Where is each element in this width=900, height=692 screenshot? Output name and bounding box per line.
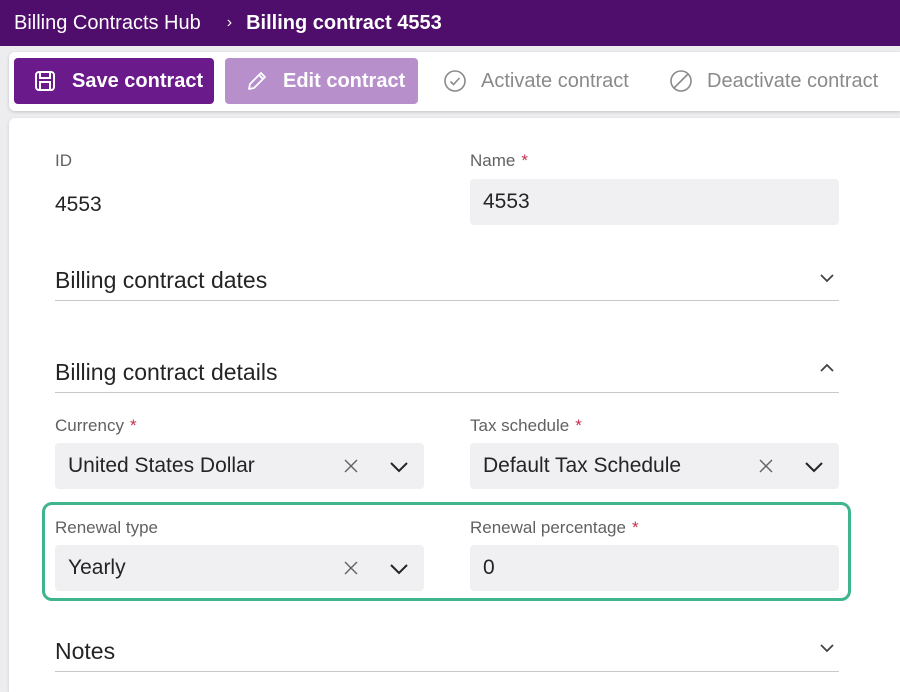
id-label: ID: [55, 151, 72, 170]
save-icon: [34, 70, 56, 92]
save-contract-button[interactable]: Save contract: [14, 58, 214, 104]
chevron-down-icon[interactable]: [388, 456, 410, 478]
required-marker: *: [631, 518, 639, 537]
renewal-percentage-input[interactable]: 0: [470, 545, 839, 591]
edit-contract-label: Edit contract: [283, 69, 406, 92]
renewal-type-select[interactable]: Yearly: [55, 545, 424, 591]
check-circle-icon: [443, 69, 467, 93]
tax-schedule-label: Tax schedule *: [470, 416, 582, 435]
save-contract-label: Save contract: [72, 69, 204, 92]
app-header: Billing Contracts Hub › Billing contract…: [0, 0, 900, 46]
activate-contract-label: Activate contract: [481, 69, 629, 92]
app-title-link[interactable]: Billing Contracts Hub: [14, 12, 201, 35]
breadcrumb-current: Billing contract 4553: [246, 11, 442, 34]
tax-schedule-select[interactable]: Default Tax Schedule: [470, 443, 839, 489]
name-label: Name *: [470, 151, 528, 170]
activate-contract-button[interactable]: Activate contract: [443, 58, 643, 104]
chevron-up-icon[interactable]: [817, 358, 837, 378]
chevron-down-icon[interactable]: [817, 638, 837, 658]
chevron-down-icon[interactable]: [803, 456, 825, 478]
chevron-down-icon[interactable]: [817, 268, 837, 288]
prohibited-icon: [669, 69, 693, 93]
section-billing-contract-dates[interactable]: Billing contract dates: [55, 267, 267, 294]
name-input-value: 4553: [483, 190, 530, 213]
name-input[interactable]: 4553: [470, 179, 839, 225]
required-marker: *: [129, 416, 137, 435]
close-icon[interactable]: [755, 455, 777, 477]
command-toolbar: Save contract Edit contract Activate con…: [9, 52, 900, 111]
renewal-percentage-label: Renewal percentage *: [470, 518, 639, 537]
currency-select[interactable]: United States Dollar: [55, 443, 424, 489]
renewal-type-label: Renewal type: [55, 518, 159, 537]
close-icon[interactable]: [340, 557, 362, 579]
currency-select-value: United States Dollar: [68, 454, 255, 477]
section-notes[interactable]: Notes: [55, 638, 115, 665]
id-value: 4553: [55, 193, 102, 216]
edit-contract-button[interactable]: Edit contract: [225, 58, 418, 104]
section-divider: [55, 300, 839, 301]
tax-schedule-select-value: Default Tax Schedule: [483, 454, 682, 477]
required-marker: *: [521, 151, 528, 170]
renewal-percentage-input-value: 0: [483, 556, 495, 579]
section-billing-contract-details[interactable]: Billing contract details: [55, 359, 277, 386]
currency-label: Currency *: [55, 416, 137, 435]
breadcrumb-separator: ›: [226, 14, 233, 31]
deactivate-contract-button[interactable]: Deactivate contract: [669, 58, 900, 104]
close-icon[interactable]: [340, 455, 362, 477]
renewal-type-select-value: Yearly: [68, 556, 126, 579]
section-divider: [55, 671, 839, 672]
chevron-down-icon[interactable]: [388, 558, 410, 580]
pencil-icon: [245, 69, 269, 93]
deactivate-contract-label: Deactivate contract: [707, 69, 879, 92]
required-marker: *: [575, 416, 582, 435]
section-divider: [55, 392, 839, 393]
